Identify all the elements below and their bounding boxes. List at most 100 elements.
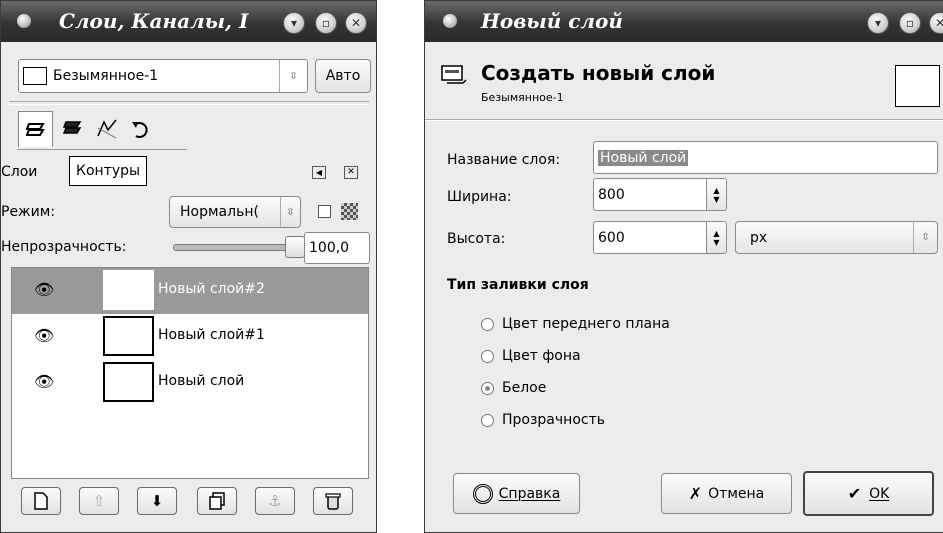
opacity-value: 100,0 [309,240,350,256]
layer-name: Новый слой#1 [158,327,265,343]
window-title: Новый слой [481,9,623,33]
layer-name-label: Название слоя: [447,152,561,168]
chevron-updown-icon: ⇳ [280,197,300,227]
minimize-icon[interactable]: ▾ [283,12,305,34]
channels-icon [62,121,81,134]
anchor-layer-button[interactable]: ⚓ [255,487,295,515]
spin-buttons[interactable]: ▲ ▼ [706,222,726,253]
cancel-icon: ✗ [688,484,703,503]
height-value: 600 [598,229,625,246]
radio-button[interactable] [481,381,494,395]
dialog-heading: Создать новый слой [481,61,716,85]
lock-alpha-checkbox[interactable] [318,205,331,218]
mode-select[interactable]: Нормальн( ⇳ [169,196,301,228]
window-title: Слои, Каналы, I [59,9,249,33]
fill-option-background[interactable]: Цвет фона [481,348,581,364]
layer-row[interactable]: 👁 Новый слой#1 [12,314,368,360]
ok-button[interactable]: ✔ OK [803,471,934,516]
window-menu-icon[interactable] [443,14,457,28]
opacity-slider-track[interactable] [173,244,291,251]
tab-tooltip: Контуры [69,156,148,186]
layers-dock-window: Слои, Каналы, I ▾ ▫ ✕ Безымянное-1 ⇳ Авт… [0,0,377,533]
new-document-icon [34,492,48,510]
radio-button[interactable] [481,413,494,427]
image-thumb [23,67,47,85]
header-divider [425,119,943,121]
opacity-spinner[interactable]: 100,0 [304,232,370,264]
layer-name: Новый слой [158,373,245,389]
titlebar[interactable]: Слои, Каналы, I ▾ ▫ ✕ [1,1,376,42]
radio-button[interactable] [481,349,494,363]
divider [9,101,369,105]
help-button-label: Справка [498,485,561,502]
cancel-button-label: Отмена [708,485,765,502]
new-layer-button[interactable] [21,487,61,515]
width-label: Ширина: [447,189,512,205]
fill-option-white[interactable]: Белое [481,380,546,396]
layer-list: 👁 Новый слой#2 👁 Новый слой#1 👁 Новый сл… [11,267,369,479]
duplicate-icon [209,492,225,510]
width-input[interactable]: 800 ▲ ▼ [593,178,727,211]
layer-name-value: Новый слой [598,149,689,166]
unit-value: px [750,229,768,246]
height-input[interactable]: 600 ▲ ▼ [593,221,727,254]
fill-option-label: Цвет фона [502,348,581,364]
help-button[interactable]: Справка [453,473,580,514]
fill-option-foreground[interactable]: Цвет переднего плана [481,316,670,332]
dock-menu-icon[interactable]: ◀ [312,166,326,179]
layer-thumbnail [103,316,154,356]
anchor-icon: ⚓ [268,492,282,510]
titlebar[interactable]: Новый слой ▾ ▫ ✕ [425,1,943,42]
layer-name: Новый слой#2 [158,281,265,297]
arrow-up-icon: ⇧ [92,492,106,510]
tab-paths[interactable] [89,111,124,147]
spin-buttons[interactable]: ▲ ▼ [706,179,726,210]
new-layer-dialog: Новый слой ▾ ▫ ✕ Создать новый слой Безы… [424,0,943,533]
unit-select[interactable]: px ⇳ [735,221,938,254]
layer-name-input[interactable]: Новый слой [593,141,938,174]
layer-row[interactable]: 👁 Новый слой [12,360,368,406]
eye-icon[interactable]: 👁 [34,280,54,299]
undo-icon [131,122,148,138]
dock-close-icon[interactable]: ✕ [344,166,358,179]
tab-undo-history[interactable] [123,111,158,147]
window-menu-icon[interactable] [17,14,31,28]
layers-icon [25,122,45,136]
image-selector[interactable]: Безымянное-1 ⇳ [18,59,308,93]
close-icon[interactable]: ✕ [345,12,367,34]
height-label: Высота: [447,231,506,247]
help-icon [472,483,493,504]
raise-layer-button[interactable]: ⇧ [79,487,119,515]
tab-layers[interactable] [18,111,53,147]
duplicate-layer-button[interactable] [197,487,237,515]
arrow-down-icon: ⬇ [150,492,164,510]
width-value: 800 [598,186,625,203]
cancel-button[interactable]: ✗ Отмена [661,473,792,514]
fill-option-transparent[interactable]: Прозрачность [481,412,605,428]
layer-row[interactable]: 👁 Новый слой#2 [12,268,368,314]
dialog-subheading: Безымянное-1 [481,91,564,104]
maximize-icon[interactable]: ▫ [899,12,921,34]
dock-title: Слои [1,164,38,180]
auto-button[interactable]: Авто [315,59,371,93]
ok-button-label: OK [869,485,890,502]
minimize-icon[interactable]: ▾ [867,12,889,34]
tab-channels[interactable] [55,111,90,147]
chevron-updown-icon: ⇳ [913,222,937,253]
paths-icon [96,119,117,139]
maximize-icon[interactable]: ▫ [315,12,337,34]
ok-icon: ✔ [847,484,862,503]
image-name: Безымянное-1 [53,68,159,84]
fill-type-heading: Тип заливки слоя [447,277,589,293]
lock-alpha-icon [341,203,358,220]
radio-button[interactable] [481,317,494,331]
delete-layer-button[interactable] [313,487,353,515]
eye-icon[interactable]: 👁 [34,326,54,345]
opacity-slider-handle[interactable] [285,236,305,258]
eye-icon[interactable]: 👁 [34,372,54,391]
opacity-label: Непрозрачность: [1,239,127,255]
close-icon[interactable]: ✕ [929,12,943,34]
lower-layer-button[interactable]: ⬇ [137,487,177,515]
chevron-updown-icon: ⇳ [279,60,307,92]
trash-icon [325,493,341,510]
